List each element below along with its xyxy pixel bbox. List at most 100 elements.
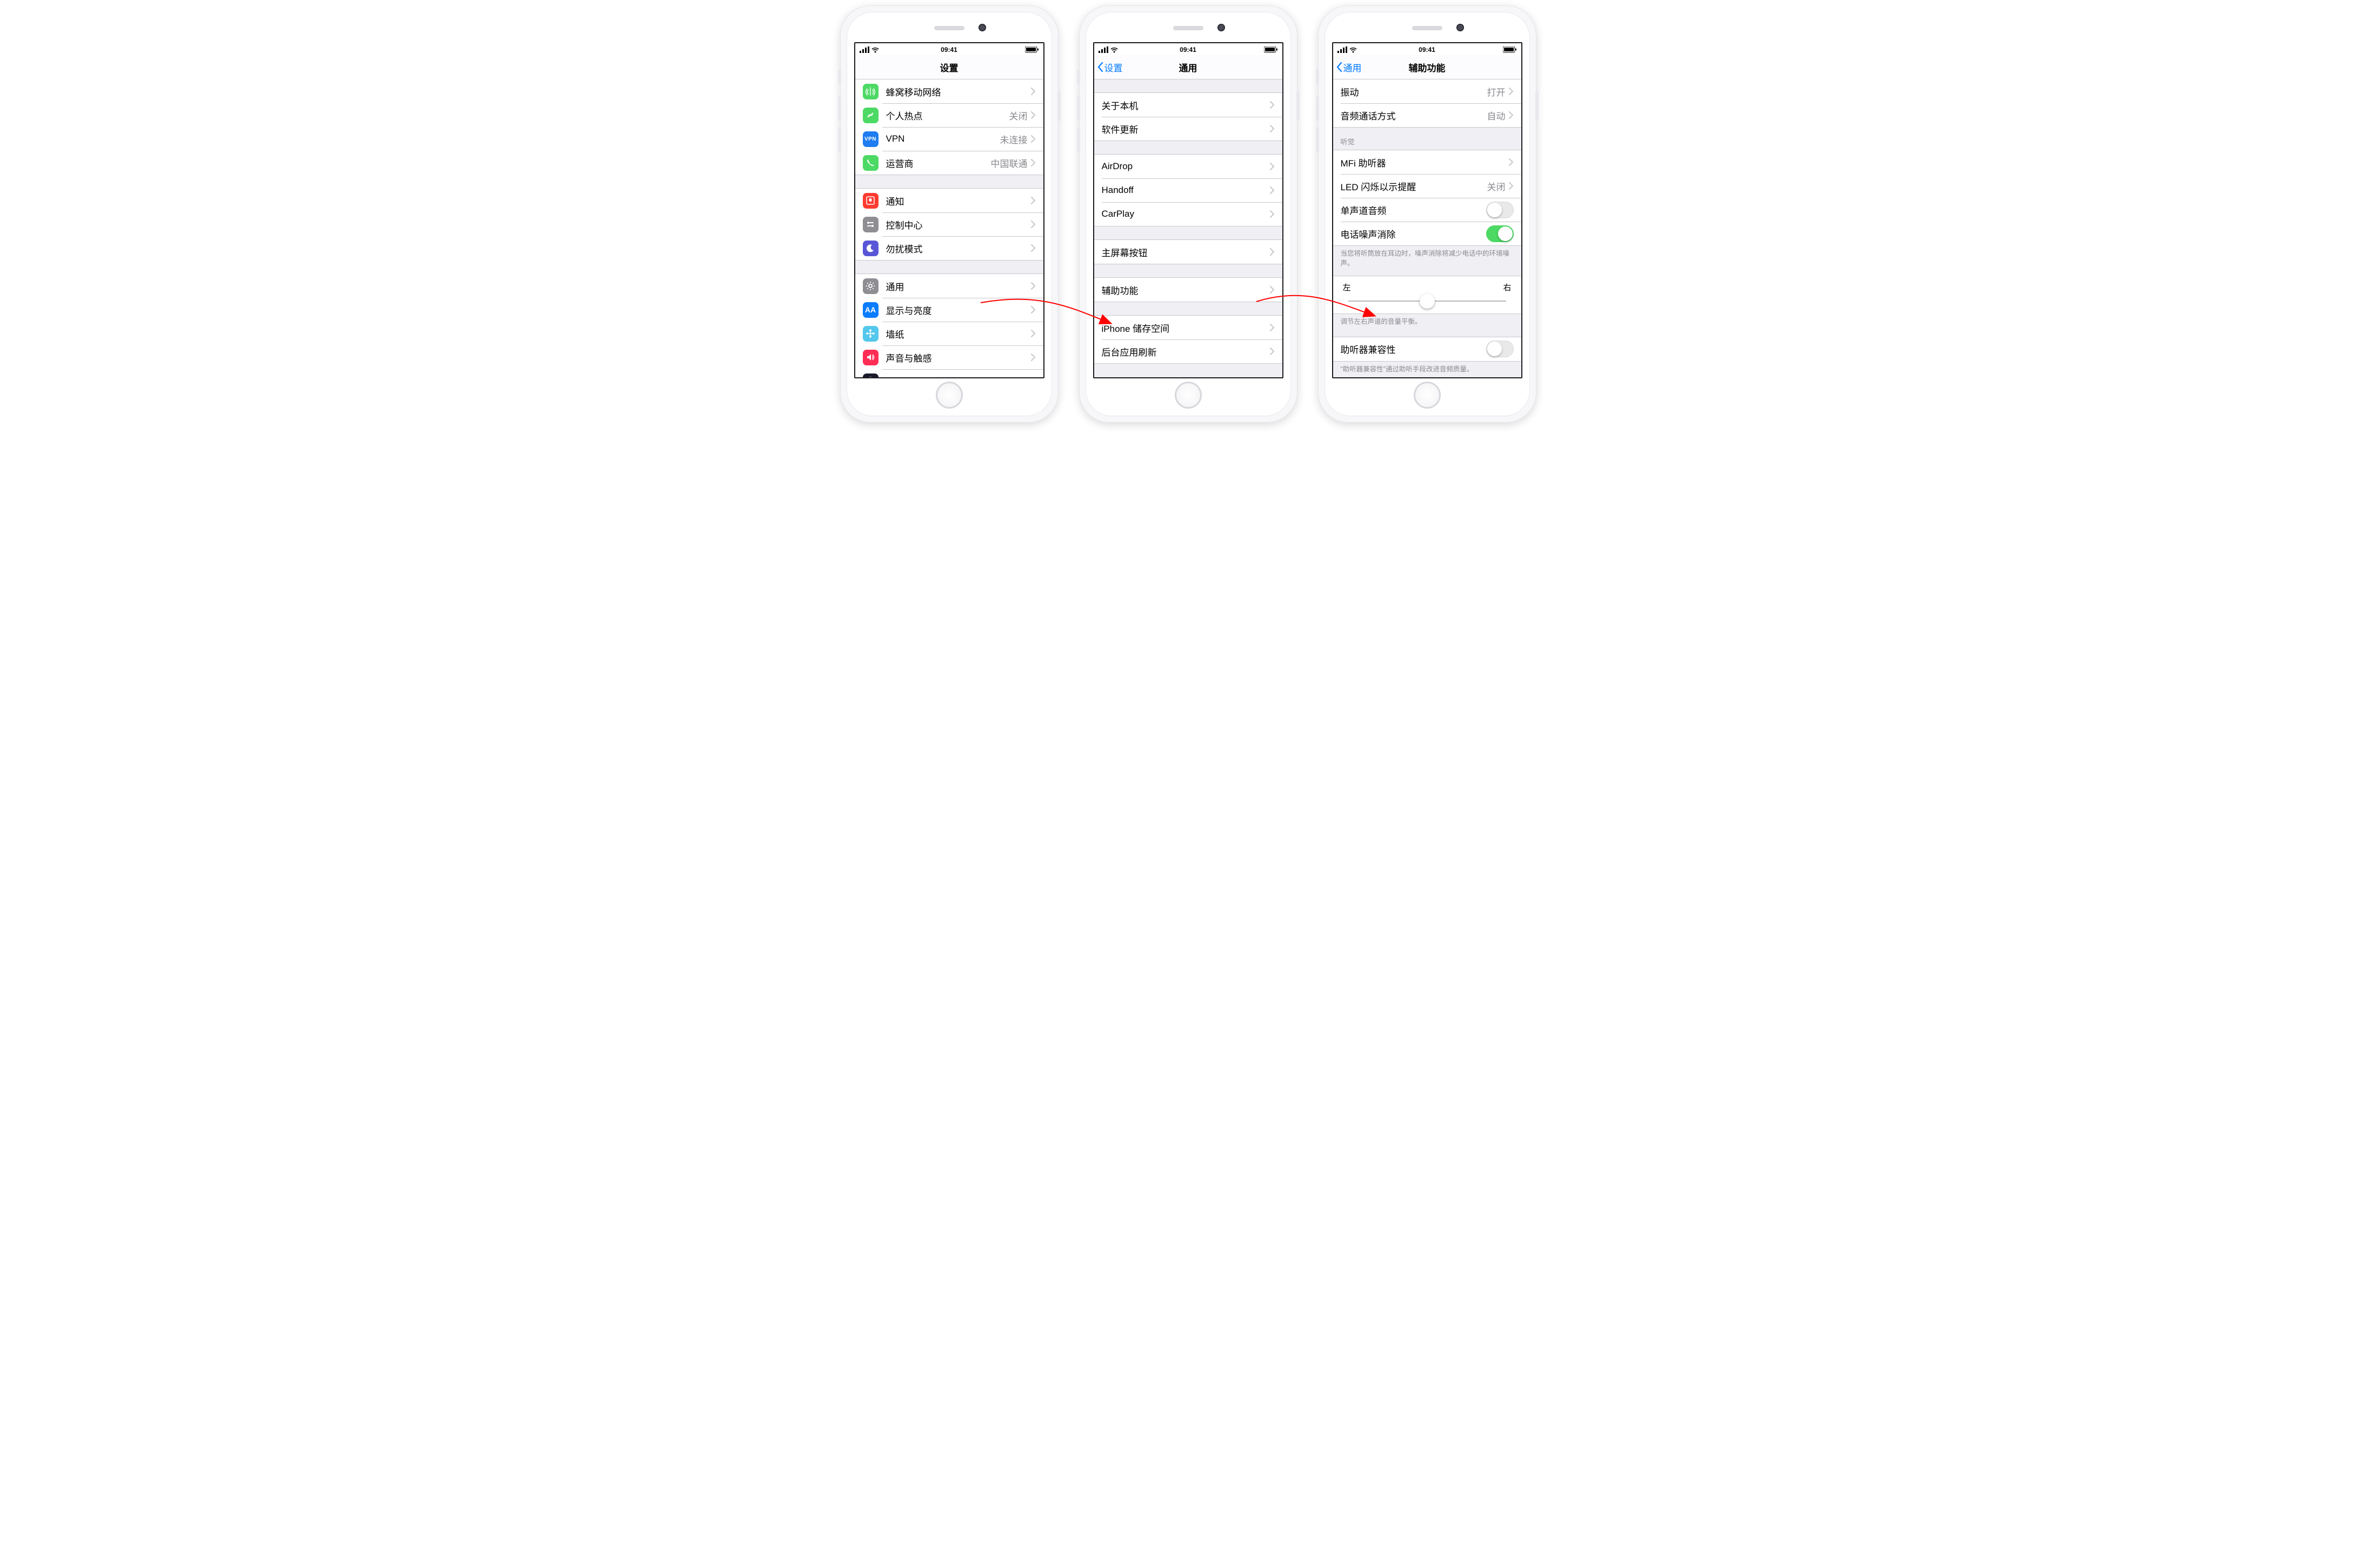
row-vpn[interactable]: VPNVPN未连接 [855, 127, 1043, 151]
row-label: 主屏幕按钮 [1102, 245, 1270, 259]
wifi-icon [1110, 47, 1118, 53]
row-accessibility[interactable]: 辅助功能 [1094, 278, 1282, 302]
signal-icon [1337, 46, 1347, 53]
home-button[interactable] [1175, 382, 1202, 409]
chevron-right-icon [1031, 197, 1036, 204]
row-label: iPhone 储存空间 [1102, 321, 1270, 335]
row-label: 勿扰模式 [886, 242, 1031, 255]
row-carplay[interactable]: CarPlay [1094, 202, 1282, 226]
row-background-refresh[interactable]: 后台应用刷新 [1094, 339, 1282, 363]
row-carrier[interactable]: 运营商中国联通 [855, 151, 1043, 175]
group-general: 通用 AA 显示与亮度墙纸声音与触感 Siri 与搜索 [855, 273, 1043, 377]
chevron-right-icon [1031, 135, 1036, 143]
row-hotspot[interactable]: 个人热点关闭 [855, 103, 1043, 127]
noise-note: 当您将听筒放在耳边时，噪声消除将减少电话中的环境噪声。 [1333, 246, 1521, 270]
row-airdrop[interactable]: AirDrop [1094, 155, 1282, 178]
row-label: 电话噪声消除 [1341, 227, 1486, 241]
balance-slider[interactable] [1348, 301, 1506, 302]
row-control-center[interactable]: 控制中心 [855, 212, 1043, 236]
home-button[interactable] [1414, 382, 1441, 409]
chevron-right-icon [1031, 353, 1036, 361]
row-software-update[interactable]: 软件更新 [1094, 117, 1282, 141]
row-value: 中国联通 [991, 156, 1028, 170]
chevron-right-icon [1031, 221, 1036, 228]
row-mfi[interactable]: MFi 助听器 [1333, 150, 1521, 174]
row-led-flash[interactable]: LED 闪烁以示提醒 关闭 [1333, 174, 1521, 198]
row-vibration[interactable]: 振动打开 [1333, 79, 1521, 103]
row-mono-audio[interactable]: 单声道音频 [1333, 198, 1521, 222]
status-time: 09:41 [1419, 46, 1435, 54]
balance-left-label: 左 [1343, 282, 1351, 293]
back-label: 通用 [1343, 61, 1362, 74]
row-storage[interactable]: iPhone 储存空间 [1094, 316, 1282, 339]
chevron-left-icon [1336, 62, 1342, 72]
status-bar: 09:41 [855, 43, 1043, 55]
chevron-right-icon [1270, 163, 1275, 170]
row-label: AirDrop [1102, 161, 1270, 172]
row-label: 通用 [886, 279, 1031, 293]
sounds-icon [863, 350, 878, 365]
row-label: 个人热点 [886, 109, 1009, 122]
group-network: 蜂窝移动网络个人热点关闭VPNVPN未连接运营商中国联通 [855, 79, 1043, 175]
display-icon: AA [863, 302, 878, 318]
toggle-noise[interactable] [1486, 225, 1514, 242]
row-cellular[interactable]: 蜂窝移动网络 [855, 79, 1043, 103]
row-label: 显示与亮度 [886, 303, 1031, 317]
battery-icon [1264, 46, 1278, 53]
row-home-button[interactable]: 主屏幕按钮 [1094, 240, 1282, 264]
row-call-audio-routing[interactable]: 音频通话方式自动 [1333, 103, 1521, 127]
status-bar: 09:41 [1333, 43, 1521, 55]
wallpaper-icon [863, 326, 878, 342]
row-label: 后台应用刷新 [1102, 345, 1270, 358]
signal-icon [1099, 46, 1108, 53]
row-sounds[interactable]: 声音与触感 [855, 345, 1043, 369]
general-icon [863, 278, 878, 294]
home-button[interactable] [936, 382, 963, 409]
row-value: 自动 [1487, 109, 1506, 122]
row-about[interactable]: 关于本机 [1094, 93, 1282, 117]
row-value: 关闭 [1009, 109, 1028, 122]
hac-note: “助听器兼容性”通过助听手段改进音频质量。 [1333, 362, 1521, 377]
status-bar: 09:41 [1094, 43, 1282, 55]
chevron-right-icon [1031, 282, 1036, 290]
chevron-right-icon [1270, 186, 1275, 194]
row-value: 关闭 [1487, 179, 1506, 193]
nav-title: 设置 [940, 61, 959, 74]
toggle-hac[interactable] [1486, 341, 1514, 357]
row-label: Handoff [1102, 185, 1270, 196]
slider-knob[interactable] [1420, 293, 1435, 309]
cellular-icon [863, 84, 878, 99]
row-wallpaper[interactable]: 墙纸 [855, 322, 1043, 345]
back-button[interactable]: 通用 [1336, 61, 1362, 74]
row-dnd[interactable]: 勿扰模式 [855, 236, 1043, 260]
row-noise-cancel[interactable]: 电话噪声消除 [1333, 222, 1521, 245]
row-label: 蜂窝移动网络 [886, 85, 1031, 98]
chevron-right-icon [1031, 306, 1036, 313]
toggle-mono[interactable] [1486, 202, 1514, 218]
row-value: 未连接 [1000, 132, 1028, 146]
row-label: LED 闪烁以示提醒 [1341, 179, 1487, 193]
row-siri[interactable]: Siri 与搜索 [855, 369, 1043, 377]
row-hac[interactable]: 助听器兼容性 [1333, 337, 1521, 361]
phone-general: 09:41 设置 通用 关于本机软件更新 AirDropHandoffCarPl… [1079, 5, 1297, 423]
row-general[interactable]: 通用 [855, 274, 1043, 298]
row-label: 单声道音频 [1341, 203, 1486, 217]
row-handoff[interactable]: Handoff [1094, 178, 1282, 202]
group-accessibility: 辅助功能 [1094, 277, 1282, 302]
row-notifications[interactable]: 通知 [855, 189, 1043, 212]
row-label: 墙纸 [886, 327, 1031, 341]
row-label: 声音与触感 [886, 351, 1031, 364]
status-time: 09:41 [1180, 46, 1196, 54]
group-alerts: 通知控制中心勿扰模式 [855, 188, 1043, 261]
row-display[interactable]: AA 显示与亮度 [855, 298, 1043, 322]
row-label: 运营商 [886, 156, 991, 170]
row-label: MFi 助听器 [1341, 156, 1509, 169]
row-value: 打开 [1487, 85, 1506, 98]
chevron-right-icon [1270, 101, 1275, 109]
chevron-right-icon [1031, 330, 1036, 337]
battery-icon [1503, 46, 1517, 53]
group-hearing: MFi 助听器 LED 闪烁以示提醒 关闭 单声道音频 [1333, 150, 1521, 246]
phone-settings: 09:41 设置 蜂窝移动网络个人热点关闭VPNVPN未连接运营商中国联通 通知… [840, 5, 1059, 423]
back-button[interactable]: 设置 [1097, 61, 1123, 74]
group-interaction: 振动打开音频通话方式自动 [1333, 79, 1521, 128]
